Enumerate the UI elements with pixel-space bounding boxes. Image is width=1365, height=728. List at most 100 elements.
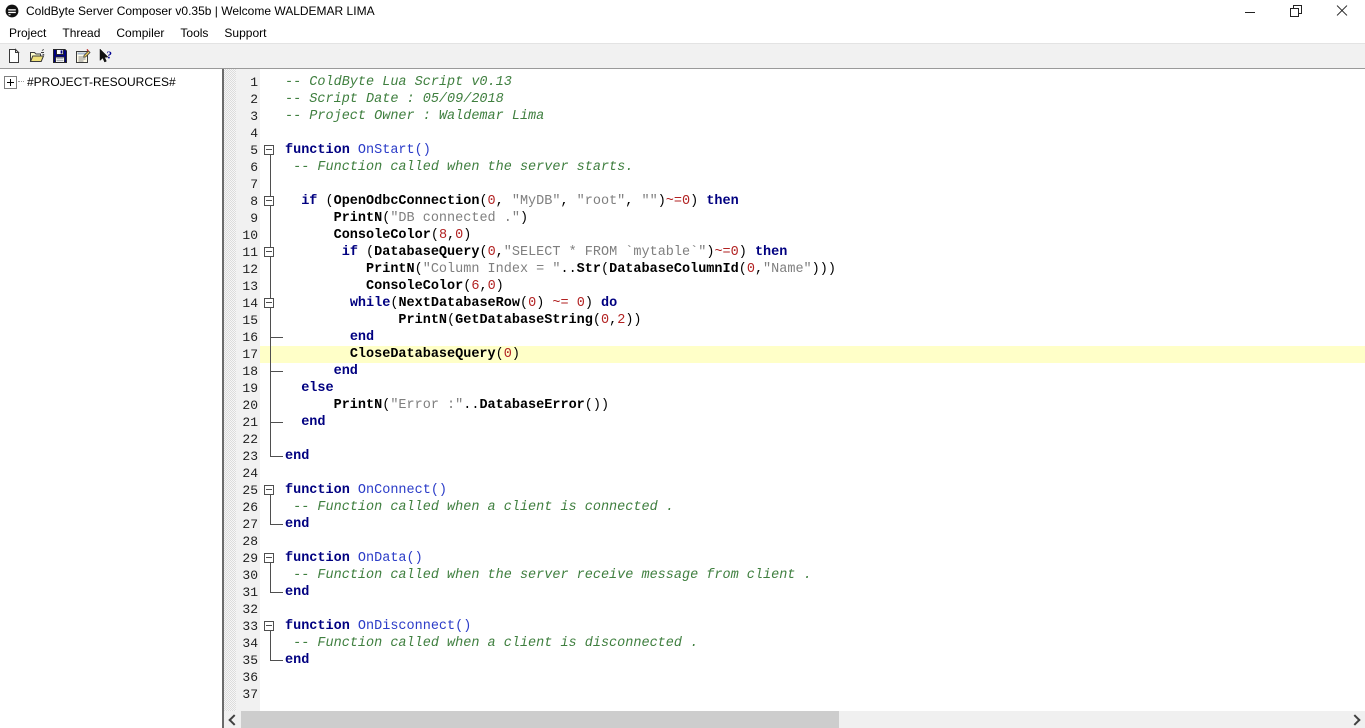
code-text: CloseDatabaseQuery(0) [283,346,1365,363]
close-button[interactable] [1319,0,1365,22]
code-lines[interactable]: 1-- ColdByte Lua Script v0.132-- Script … [224,74,1365,703]
line-number: 2 [236,91,260,108]
code-line-10[interactable]: 10 ConsoleColor(8,0) [224,227,1365,244]
restore-button[interactable] [1273,0,1319,22]
open-button[interactable] [25,45,48,67]
code-line-23[interactable]: 23end [224,448,1365,465]
horizontal-scrollbar[interactable] [224,711,1365,728]
code-line-8[interactable]: 8 if (OpenOdbcConnection(0, "MyDB", "roo… [224,193,1365,210]
code-line-11[interactable]: 11 if (DatabaseQuery(0,"SELECT * FROM `m… [224,244,1365,261]
fold-cell[interactable] [260,142,283,159]
panel-splitter[interactable] [215,69,224,728]
line-number: 13 [236,278,260,295]
code-line-19[interactable]: 19 else [224,380,1365,397]
code-line-12[interactable]: 12 PrintN("Column Index = "..Str(Databas… [224,261,1365,278]
code-line-15[interactable]: 15 PrintN(GetDatabaseString(0,2)) [224,312,1365,329]
fold-collapse-icon[interactable] [264,621,274,631]
code-line-13[interactable]: 13 ConsoleColor(6,0) [224,278,1365,295]
line-number: 31 [236,584,260,601]
code-text: PrintN("Error :"..DatabaseError()) [283,397,1365,414]
code-line-6[interactable]: 6 -- Function called when the server sta… [224,159,1365,176]
scrollbar-thumb[interactable] [241,711,839,728]
code-line-36[interactable]: 36 [224,669,1365,686]
code-line-7[interactable]: 7 [224,176,1365,193]
code-line-31[interactable]: 31end [224,584,1365,601]
code-line-29[interactable]: 29function OnData() [224,550,1365,567]
chevron-right-icon [1349,714,1360,725]
project-tree-panel[interactable]: #PROJECT-RESOURCES# [0,69,215,728]
scroll-right-button[interactable] [1348,711,1365,728]
code-line-4[interactable]: 4 [224,125,1365,142]
selection-margin-cell [224,142,236,159]
code-line-30[interactable]: 30 -- Function called when the server re… [224,567,1365,584]
fold-collapse-icon[interactable] [264,298,274,308]
code-line-28[interactable]: 28 [224,533,1365,550]
fold-cell [260,465,283,482]
code-line-1[interactable]: 1-- ColdByte Lua Script v0.13 [224,74,1365,91]
menu-item-thread[interactable]: Thread [54,23,108,43]
code-line-37[interactable]: 37 [224,686,1365,703]
fold-cell [260,227,283,244]
line-number: 16 [236,329,260,346]
menu-item-support[interactable]: Support [216,23,274,43]
code-line-34[interactable]: 34 -- Function called when a client is d… [224,635,1365,652]
code-line-25[interactable]: 25function OnConnect() [224,482,1365,499]
code-line-22[interactable]: 22 [224,431,1365,448]
tree-item-project-resources[interactable]: #PROJECT-RESOURCES# [0,74,215,90]
code-line-21[interactable]: 21 end [224,414,1365,431]
selection-margin-cell [224,74,236,91]
new-project-button[interactable] [2,45,25,67]
menu-item-project[interactable]: Project [1,23,54,43]
code-line-35[interactable]: 35end [224,652,1365,669]
scroll-left-button[interactable] [224,711,241,728]
code-text: function OnStart() [283,142,1365,159]
fold-cell[interactable] [260,482,283,499]
expand-plus-icon[interactable] [4,76,17,89]
fold-cell[interactable] [260,618,283,635]
help-button[interactable]: ? [94,45,117,67]
code-line-20[interactable]: 20 PrintN("Error :"..DatabaseError()) [224,397,1365,414]
code-line-18[interactable]: 18 end [224,363,1365,380]
line-number: 26 [236,499,260,516]
fold-cell [260,74,283,91]
code-text: ConsoleColor(6,0) [283,278,1365,295]
save-button[interactable] [48,45,71,67]
code-line-16[interactable]: 16 end [224,329,1365,346]
fold-collapse-icon[interactable] [264,553,274,563]
code-line-27[interactable]: 27end [224,516,1365,533]
code-line-2[interactable]: 2-- Script Date : 05/09/2018 [224,91,1365,108]
fold-cell [260,363,283,380]
code-line-5[interactable]: 5function OnStart() [224,142,1365,159]
properties-button[interactable] [71,45,94,67]
line-number: 14 [236,295,260,312]
line-number: 20 [236,397,260,414]
fold-collapse-icon[interactable] [264,247,274,257]
code-line-17[interactable]: 17 CloseDatabaseQuery(0) [224,346,1365,363]
code-line-24[interactable]: 24 [224,465,1365,482]
scrollbar-track[interactable] [241,711,1348,728]
fold-collapse-icon[interactable] [264,145,274,155]
code-line-3[interactable]: 3-- Project Owner : Waldemar Lima [224,108,1365,125]
line-number: 32 [236,601,260,618]
svg-text:?: ? [106,50,112,62]
fold-cell[interactable] [260,244,283,261]
minimize-button[interactable] [1227,0,1273,22]
fold-collapse-icon[interactable] [264,485,274,495]
code-line-33[interactable]: 33function OnDisconnect() [224,618,1365,635]
fold-collapse-icon[interactable] [264,196,274,206]
code-line-32[interactable]: 32 [224,601,1365,618]
fold-cell[interactable] [260,295,283,312]
code-line-9[interactable]: 9 PrintN("DB connected .") [224,210,1365,227]
fold-cell [260,584,283,601]
selection-margin-cell [224,278,236,295]
fold-cell[interactable] [260,193,283,210]
app-icon [5,4,19,18]
line-number: 17 [236,346,260,363]
code-line-26[interactable]: 26 -- Function called when a client is c… [224,499,1365,516]
fold-cell[interactable] [260,550,283,567]
code-editor[interactable]: 1-- ColdByte Lua Script v0.132-- Script … [224,69,1365,728]
menu-item-compiler[interactable]: Compiler [108,23,172,43]
code-line-14[interactable]: 14 while(NextDatabaseRow(0) ~= 0) do [224,295,1365,312]
menu-item-tools[interactable]: Tools [172,23,216,43]
main-content: #PROJECT-RESOURCES# 1-- ColdByte Lua Scr… [0,69,1365,728]
